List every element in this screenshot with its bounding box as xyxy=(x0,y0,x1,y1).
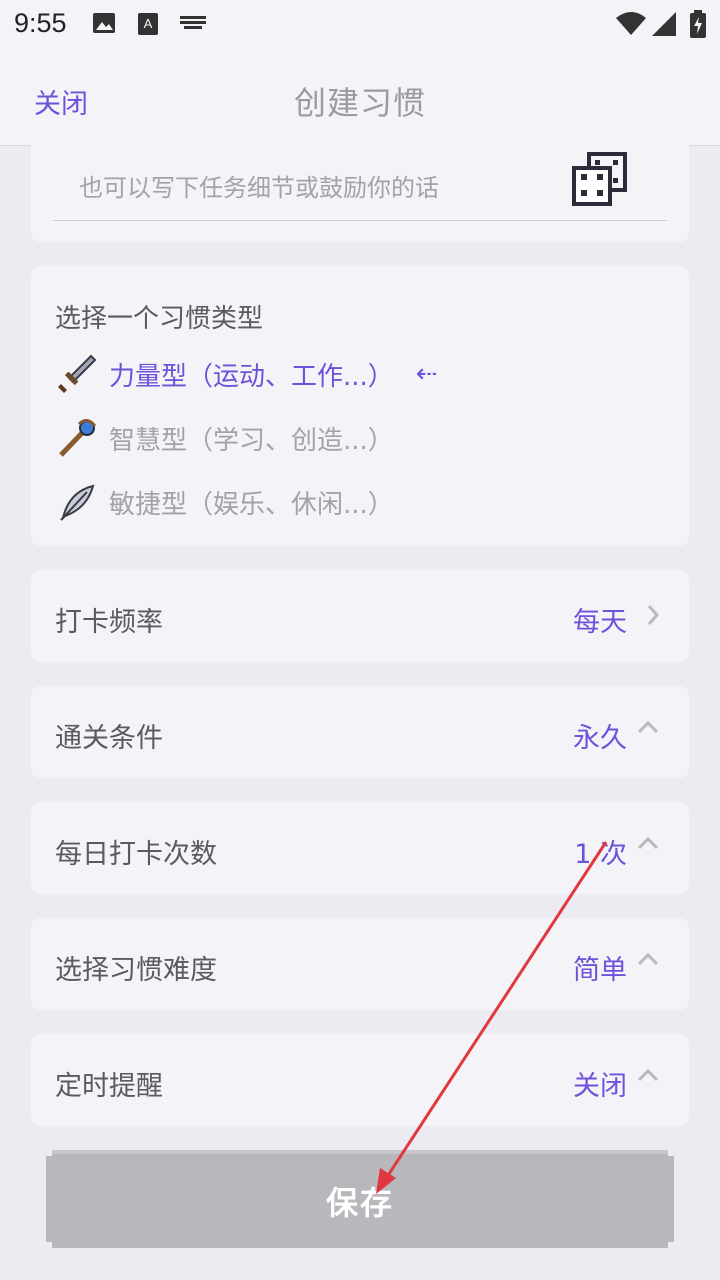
setting-row-frequency[interactable]: 打卡频率 每天 xyxy=(31,570,689,662)
setting-label: 选择习惯难度 xyxy=(55,955,217,986)
chevron-up-icon xyxy=(637,1068,659,1082)
habit-type-wisdom[interactable]: 智慧型（学习、创造...） xyxy=(57,416,394,460)
habit-type-title: 选择一个习惯类型 xyxy=(55,304,264,334)
setting-row-daily-count[interactable]: 每日打卡次数 1 次 xyxy=(31,802,689,894)
setting-row-difficulty[interactable]: 选择习惯难度 简单 xyxy=(31,918,689,1010)
note-card: 也可以写下任务细节或鼓励你的话 xyxy=(31,138,689,242)
battery-icon xyxy=(690,10,706,38)
setting-row-clear-condition[interactable]: 通关条件 永久 xyxy=(31,686,689,778)
selected-arrow-icon: ⇠ xyxy=(415,359,438,389)
keyboard-icon xyxy=(180,16,206,29)
svg-text:A: A xyxy=(144,16,153,31)
status-time: 9:55 xyxy=(14,8,67,38)
habit-type-strength[interactable]: 力量型（运动、工作...） ⇠ xyxy=(57,352,438,396)
setting-value: 永久 xyxy=(573,723,627,754)
status-bar: 9:55 A xyxy=(0,0,720,50)
setting-label: 通关条件 xyxy=(55,723,163,754)
chevron-up-icon xyxy=(637,952,659,966)
setting-value: 简单 xyxy=(573,955,627,986)
save-button[interactable]: 保存 xyxy=(46,1150,674,1248)
setting-label: 每日打卡次数 xyxy=(55,839,217,870)
nav-bar: 关闭 创建习惯 xyxy=(0,50,720,146)
dice-icon[interactable] xyxy=(571,152,629,208)
page-title: 创建习惯 xyxy=(293,84,426,122)
wifi-icon xyxy=(616,12,646,35)
chevron-up-icon xyxy=(637,836,659,850)
note-input[interactable]: 也可以写下任务细节或鼓励你的话 xyxy=(79,168,439,203)
staff-icon xyxy=(59,419,97,457)
setting-label: 打卡频率 xyxy=(55,607,163,638)
chevron-up-icon xyxy=(637,720,659,734)
setting-value: 每天 xyxy=(573,607,627,638)
signal-icon xyxy=(652,12,676,36)
setting-row-reminder[interactable]: 定时提醒 关闭 xyxy=(31,1034,689,1126)
setting-value: 1 次 xyxy=(574,839,627,870)
text-a-icon: A xyxy=(138,13,158,35)
feather-icon xyxy=(60,484,95,522)
chevron-right-icon xyxy=(647,605,659,625)
habit-type-label: 力量型（运动、工作...） xyxy=(109,361,394,392)
note-underline xyxy=(53,220,667,221)
gallery-icon xyxy=(93,13,115,33)
habit-type-label: 智慧型（学习、创造...） xyxy=(109,425,394,456)
habit-type-agility[interactable]: 敏捷型（娱乐、休闲...） xyxy=(57,480,394,524)
setting-value: 关闭 xyxy=(573,1071,627,1102)
habit-type-label: 敏捷型（娱乐、休闲...） xyxy=(109,489,394,520)
sword-icon xyxy=(58,354,97,393)
save-button-label: 保存 xyxy=(325,1184,394,1222)
habit-type-card: 选择一个习惯类型 力量型（运动、工作...） ⇠ 智慧型（学习、创造...） 敏… xyxy=(31,266,689,546)
setting-label: 定时提醒 xyxy=(55,1071,163,1102)
